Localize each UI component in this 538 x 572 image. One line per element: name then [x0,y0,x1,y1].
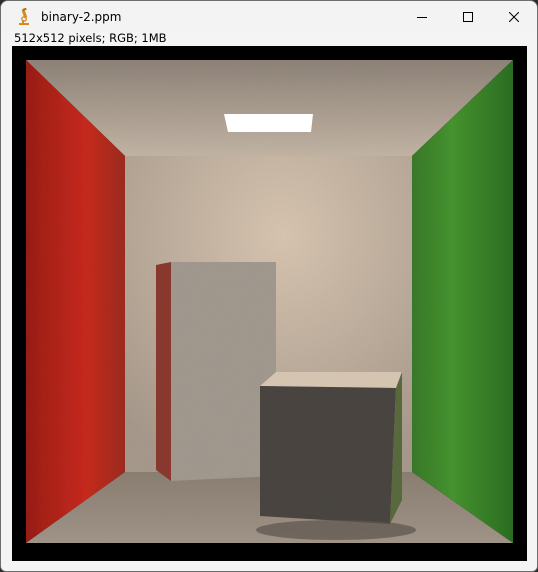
rendered-image [26,60,513,543]
close-button[interactable] [491,1,537,32]
maximize-icon [463,11,473,22]
title-bar[interactable]: binary-2.ppm [1,1,537,32]
window-bottom-edge [1,562,537,571]
minimize-button[interactable] [399,1,445,32]
image-canvas[interactable] [12,46,527,561]
close-icon [509,11,519,22]
window-controls [399,1,537,32]
image-info-label: 512x512 pixels; RGB; 1MB [14,31,167,45]
ceiling-light [224,114,313,132]
maximize-button[interactable] [445,1,491,32]
window-title: binary-2.ppm [41,9,122,24]
minimize-icon [417,16,427,18]
microscope-icon [16,7,32,26]
image-window: binary-2.ppm 512x512 pixels; RGB; 1MB [0,0,538,572]
